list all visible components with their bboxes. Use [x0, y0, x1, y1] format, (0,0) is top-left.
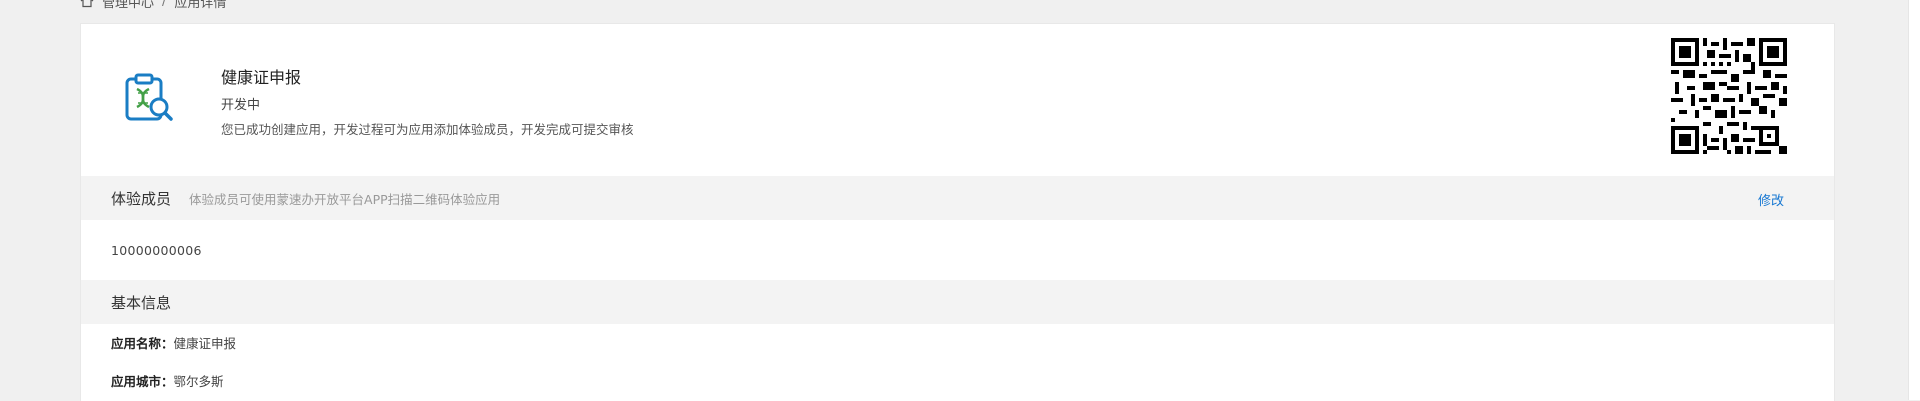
vertical-scrollbar[interactable]: [1908, 0, 1920, 400]
members-section-title: 体验成员: [111, 189, 172, 208]
info-row-app-city: 应用城市：鄂尔多斯: [111, 371, 224, 390]
breadcrumb-item-app-detail: 应用详情: [174, 0, 227, 11]
breadcrumb-item-management[interactable]: 管理中心: [102, 0, 154, 11]
qr-code: [1671, 38, 1787, 154]
members-section-header: 体验成员 体验成员可使用蒙速办开放平台APP扫描二维码体验应用 修改: [81, 176, 1834, 220]
members-section-hint: 体验成员可使用蒙速办开放平台APP扫描二维码体验应用: [189, 191, 501, 207]
home-icon[interactable]: [80, 0, 94, 8]
breadcrumb: 管理中心 / 应用详情: [80, 0, 227, 11]
member-id: 10000000006: [111, 243, 202, 258]
app-header: 健康证申报 开发中 您已成功创建应用，开发过程可为应用添加体验成员，开发完成可提…: [81, 24, 1834, 174]
info-label: 应用名称：: [111, 336, 174, 351]
breadcrumb-separator: /: [162, 0, 167, 9]
edit-members-link[interactable]: 修改: [1758, 190, 1784, 209]
basic-info-section-header: 基本信息: [81, 280, 1834, 324]
basic-info-section-title: 基本信息: [111, 293, 172, 312]
info-label: 应用城市：: [111, 374, 174, 389]
app-dna-search-icon: [125, 73, 173, 121]
info-row-app-name: 应用名称：健康证申报: [111, 333, 236, 352]
app-status: 开发中: [221, 98, 261, 113]
app-name: 健康证申报: [221, 68, 302, 87]
info-value: 健康证申报: [173, 336, 237, 351]
app-description: 您已成功创建应用，开发过程可为应用添加体验成员，开发完成可提交审核: [221, 122, 634, 137]
app-detail-card: 健康证申报 开发中 您已成功创建应用，开发过程可为应用添加体验成员，开发完成可提…: [80, 23, 1835, 401]
info-value: 鄂尔多斯: [173, 374, 224, 389]
